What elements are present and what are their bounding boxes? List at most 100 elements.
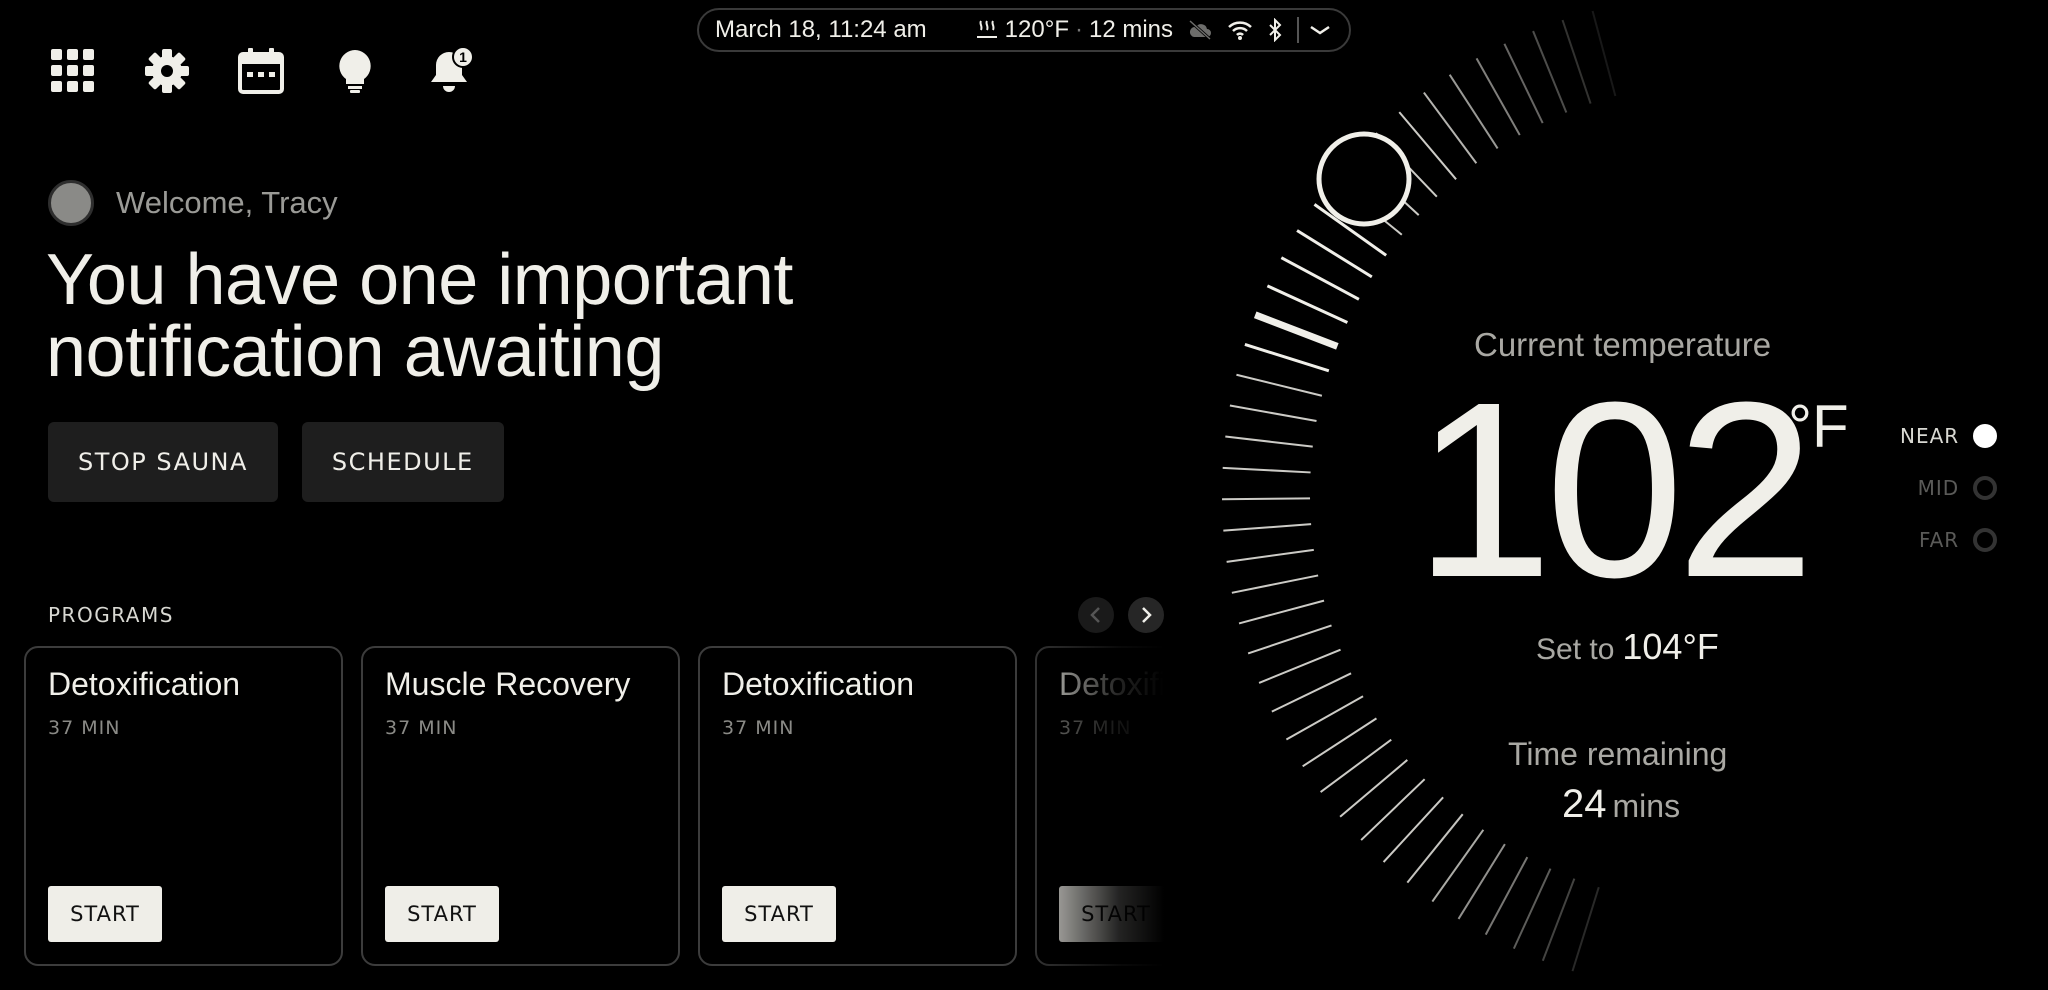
current-temperature-value: 102 [1414, 350, 1815, 629]
status-duration: 12 mins [1088, 16, 1174, 43]
start-button[interactable]: START [385, 886, 499, 942]
prev-button[interactable] [1078, 597, 1114, 633]
program-title: Muscle Recovery [385, 666, 631, 702]
programs-carousel[interactable]: Detoxification 37 MIN START Muscle Recov… [24, 646, 1164, 966]
distance-option-far[interactable]: FAR [1918, 528, 1998, 552]
program-card[interactable]: Muscle Recovery 37 MIN START [361, 646, 680, 966]
next-button[interactable] [1128, 597, 1164, 633]
page-title: You have one important notification awai… [46, 244, 946, 388]
dial-tick [1222, 466, 1311, 474]
temperature-unit: °F [1788, 393, 1849, 460]
dial-tick [1253, 311, 1339, 350]
dial-tick [1484, 856, 1529, 936]
status-bar[interactable]: March 18, 11:24 am 120°F · 12 mins [697, 8, 1351, 52]
dial-tick [1561, 19, 1592, 104]
time-remaining-unit: mins [1612, 788, 1681, 824]
status-temperature: 120°F [1004, 16, 1069, 43]
program-title: Detoxification [722, 666, 915, 702]
wifi-icon [1227, 19, 1253, 41]
dial-tick [1238, 599, 1325, 625]
dial-tick [1382, 796, 1444, 863]
calendar-icon[interactable] [238, 48, 284, 94]
program-duration: 37 MIN [48, 717, 121, 739]
set-temperature: Set to 104°F [1536, 626, 1719, 668]
status-date: March 18, 11:24 am [715, 16, 927, 43]
dial-tick [1475, 57, 1521, 136]
action-buttons: STOP SAUNA SCHEDULE [48, 422, 504, 502]
no-cloud-icon [1187, 19, 1213, 41]
time-remaining-label: Time remaining [1508, 736, 1728, 772]
dial-tick [1339, 759, 1408, 818]
dial-tick [1226, 548, 1314, 563]
welcome-row: Welcome, Tracy [48, 180, 338, 226]
notification-badge: 1 [452, 46, 474, 68]
heat-icon [976, 20, 997, 38]
apps-grid-icon[interactable] [50, 48, 96, 94]
bluetooth-icon [1267, 18, 1283, 42]
dial-tick [1591, 10, 1617, 97]
dial-tick [1229, 404, 1317, 423]
time-remaining: 24 mins [1562, 782, 1680, 827]
distance-radio[interactable] [1973, 528, 1998, 552]
dial-tick [1222, 497, 1311, 501]
dial-tick [1512, 868, 1552, 950]
status-separator: · [1074, 16, 1083, 43]
chevron-right-icon [1142, 607, 1152, 623]
gear-icon[interactable] [144, 48, 190, 94]
distance-selector: NEAR MID FAR [1900, 424, 1998, 552]
dial-tick [1247, 624, 1332, 655]
program-duration: 37 MIN [1059, 717, 1132, 739]
dial-tick [1532, 30, 1568, 113]
headline-line-1: You have one important [46, 240, 793, 320]
time-remaining-value: 24 [1562, 782, 1607, 826]
program-title: Detoxification [48, 666, 241, 702]
bell-icon[interactable]: 1 [426, 46, 474, 94]
distance-label: FAR [1918, 528, 1960, 552]
dial-tick [1271, 672, 1352, 713]
dial-tick [1360, 778, 1426, 841]
dial-tick [1236, 373, 1323, 397]
set-temperature-label: Set to [1536, 633, 1615, 666]
distance-label: MID [1917, 476, 1960, 500]
distance-radio[interactable] [1973, 424, 1998, 448]
stop-sauna-button[interactable]: STOP SAUNA [48, 422, 278, 502]
avatar[interactable] [48, 180, 94, 226]
dial-tick [1285, 695, 1364, 741]
program-card[interactable]: Detoxification 37 MIN START [24, 646, 343, 966]
dial-tick [1258, 648, 1341, 684]
start-button[interactable]: START [48, 886, 162, 942]
dial-tick [1223, 523, 1312, 532]
chevron-down-icon[interactable] [1309, 24, 1331, 36]
welcome-text: Welcome, Tracy [116, 185, 338, 220]
start-button[interactable]: START [722, 886, 836, 942]
dial-handle[interactable] [1316, 131, 1412, 227]
program-duration: 37 MIN [722, 717, 795, 739]
dial-tick [1231, 574, 1319, 594]
program-card[interactable]: Detoxification 37 MIN START [698, 646, 1017, 966]
lightbulb-icon[interactable] [332, 48, 378, 94]
dial-tick [1406, 813, 1464, 884]
dial-tick [1244, 343, 1330, 373]
distance-label: NEAR [1900, 424, 1960, 448]
distance-radio[interactable] [1973, 476, 1998, 500]
distance-option-near[interactable]: NEAR [1900, 424, 1998, 448]
set-temperature-value: 104°F [1622, 626, 1719, 667]
top-toolbar: 1 [50, 46, 474, 94]
program-duration: 37 MIN [385, 717, 458, 739]
distance-option-mid[interactable]: MID [1918, 476, 1998, 500]
chevron-left-icon [1090, 607, 1100, 623]
dial-tick [1280, 256, 1360, 301]
schedule-button[interactable]: SCHEDULE [301, 422, 504, 502]
dial-tick [1571, 886, 1600, 972]
dial-tick [1266, 284, 1349, 324]
programs-heading: PROGRAMS [48, 603, 174, 627]
program-card[interactable]: Detoxification 37 MIN START [1035, 646, 1164, 966]
dial-tick [1503, 43, 1544, 124]
dial-tick [1541, 878, 1576, 962]
dial-tick [1225, 435, 1313, 448]
status-divider [1297, 17, 1300, 43]
program-title: Detoxification [1059, 666, 1164, 702]
headline-line-2: notification awaiting [46, 312, 664, 392]
start-button[interactable]: START [1059, 886, 1164, 942]
programs-nav [1078, 597, 1164, 633]
